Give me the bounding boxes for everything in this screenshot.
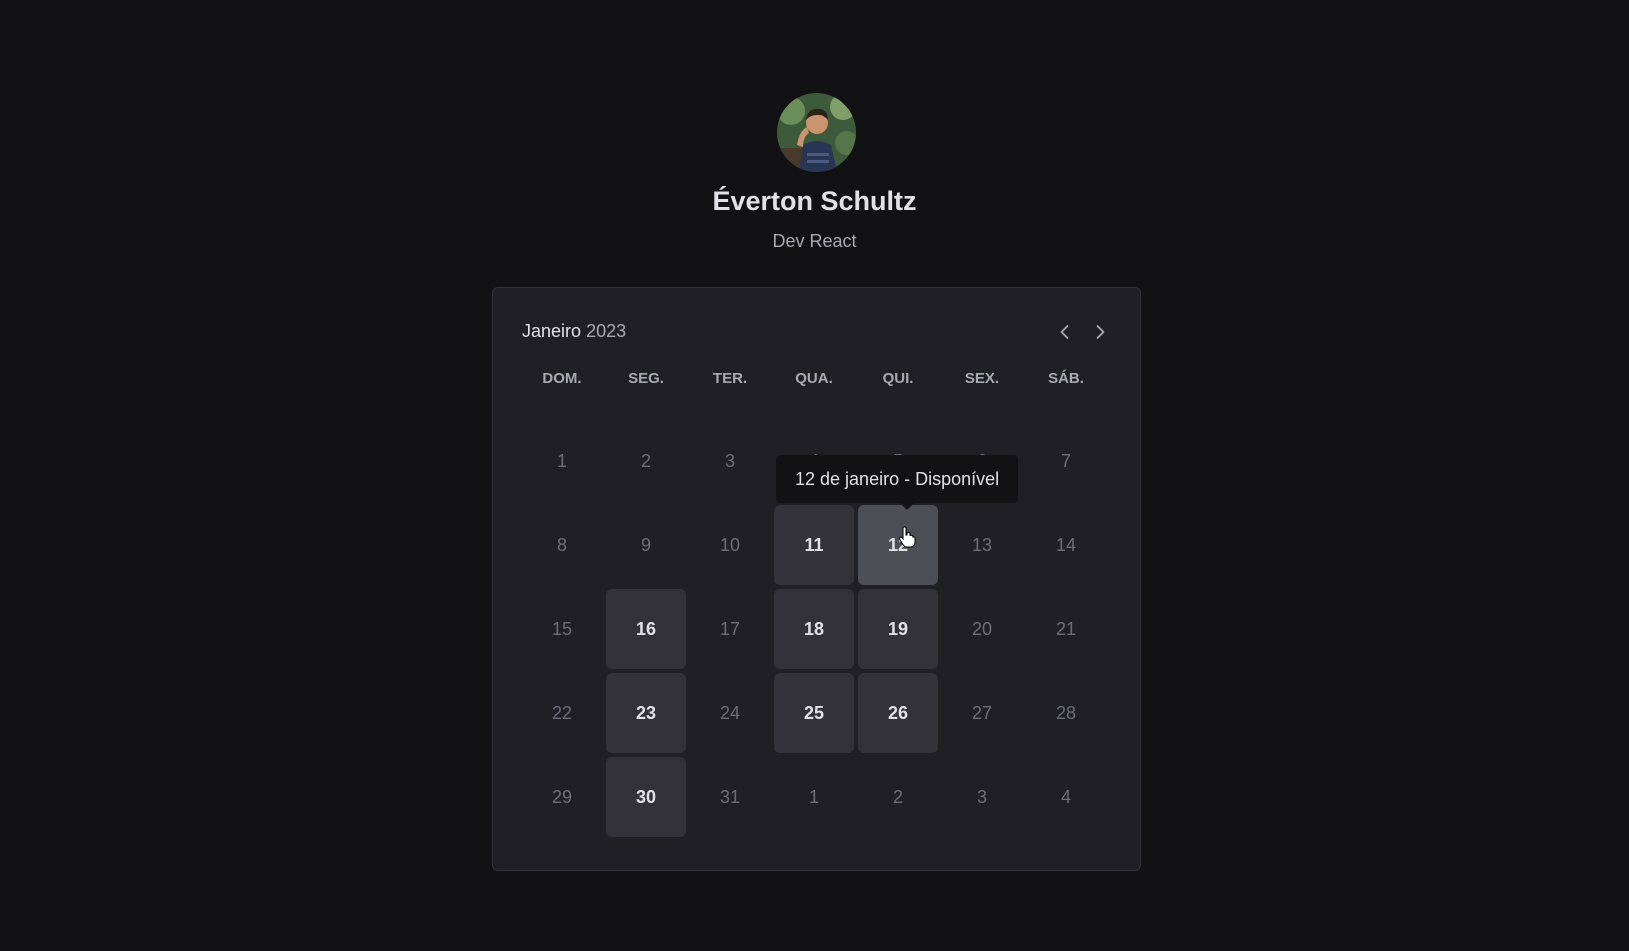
day-cell-disabled: 24 (719, 702, 741, 723)
day-cell-disabled: 9 (640, 534, 651, 555)
day-button-available[interactable]: 19 (858, 589, 938, 669)
weekday-label: SEX. (964, 370, 1000, 387)
day-cell-disabled: 28 (1055, 702, 1077, 723)
day-cell-disabled: 29 (551, 786, 573, 807)
day-cell-disabled: 2 (640, 450, 651, 471)
profile-name: Éverton Schultz (712, 186, 917, 216)
day-cell-disabled: 15 (551, 618, 573, 639)
avatar (777, 93, 856, 172)
day-cell-disabled: 8 (556, 534, 567, 555)
calendar-title: Janeiro 2023 (522, 321, 626, 342)
day-button-available[interactable]: 16 (606, 589, 686, 669)
day-cell-disabled: 2 (892, 786, 903, 807)
day-cell-disabled: 22 (551, 702, 573, 723)
calendar-month: Janeiro (522, 321, 582, 341)
weekday-label: QUI. (882, 370, 914, 387)
next-month-button[interactable] (1086, 318, 1114, 346)
weekday-header: DOM. SEG. TER. QUA. QUI. SEX. SÁB. (522, 370, 1110, 387)
day-button-available[interactable]: 23 (606, 673, 686, 753)
chevron-left-icon (1060, 325, 1069, 339)
tooltip-arrow (900, 503, 914, 510)
day-cell-disabled: 7 (1060, 450, 1071, 471)
day-cell-disabled: 27 (971, 702, 993, 723)
day-cell-disabled: 3 (976, 786, 987, 807)
day-cell-disabled: 14 (1055, 534, 1077, 555)
weekday-label: DOM. (542, 370, 582, 387)
chevron-right-icon (1096, 325, 1105, 339)
day-cell-disabled: 17 (719, 618, 741, 639)
day-cell-disabled: 13 (971, 534, 993, 555)
user-photo-icon (777, 93, 856, 172)
weekday-label: QUA. (795, 370, 833, 387)
weekday-label: SEG. (628, 370, 664, 387)
day-cell-disabled: 4 (1060, 786, 1071, 807)
day-button-available[interactable]: 25 (774, 673, 854, 753)
weekday-label: TER. (712, 370, 748, 387)
day-button-available[interactable]: 11 (774, 505, 854, 585)
previous-month-button[interactable] (1051, 318, 1079, 346)
day-cell-disabled: 31 (719, 786, 741, 807)
day-button-available[interactable]: 26 (858, 673, 938, 753)
calendar: Janeiro 2023 DOM. SEG. TER. QUA. QUI. SE… (492, 287, 1141, 871)
weekday-label: SÁB. (1048, 370, 1084, 387)
day-cell-disabled: 20 (971, 618, 993, 639)
day-cell-disabled: 1 (556, 450, 567, 471)
day-cell-disabled: 3 (724, 450, 735, 471)
pointer-cursor-icon (898, 526, 916, 553)
profile-role: Dev React (772, 231, 857, 251)
day-button-available[interactable]: 18 (774, 589, 854, 669)
calendar-year: 2023 (586, 321, 627, 341)
day-cell-disabled: 21 (1055, 618, 1077, 639)
day-tooltip: 12 de janeiro - Disponível (776, 455, 1019, 503)
day-cell-disabled: 10 (719, 534, 741, 555)
day-button-available[interactable]: 30 (606, 757, 686, 837)
day-cell-disabled: 1 (808, 786, 819, 807)
